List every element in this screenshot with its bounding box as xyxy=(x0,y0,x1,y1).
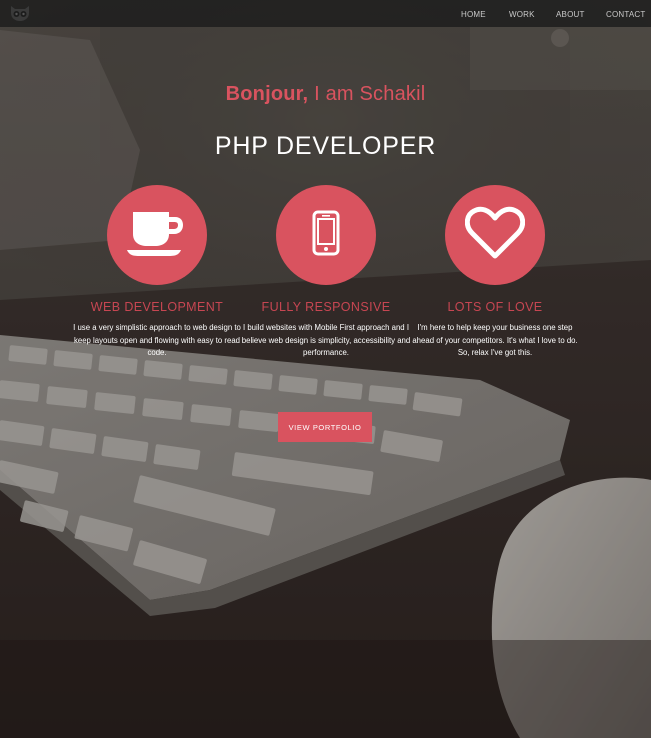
smartphone-icon xyxy=(312,210,340,261)
page: HOME WORK ABOUT CONTACT Bonjour, I am Sc… xyxy=(0,0,651,738)
feature-web-development: WEB DEVELOPMENT I use a very simplistic … xyxy=(67,185,247,360)
nav-contact[interactable]: CONTACT xyxy=(606,10,645,19)
view-portfolio-button[interactable]: VIEW PORTFOLIO xyxy=(278,412,372,442)
feature-description: I build websites with Mobile First appro… xyxy=(241,323,411,358)
top-navbar: HOME WORK ABOUT CONTACT xyxy=(0,0,651,27)
feature-description: I use a very simplistic approach to web … xyxy=(73,323,241,358)
nav-home[interactable]: HOME xyxy=(461,10,486,19)
feature-title: WEB DEVELOPMENT xyxy=(90,300,224,314)
feature-title: LOTS OF LOVE xyxy=(447,300,543,314)
nav-about[interactable]: ABOUT xyxy=(556,10,585,19)
nav-work[interactable]: WORK xyxy=(509,10,535,19)
feature-circle xyxy=(445,185,545,285)
heart-icon xyxy=(464,206,526,265)
greeting-hello: Bonjour, xyxy=(225,83,309,105)
feature-description: I'm here to help keep your business one … xyxy=(412,323,578,358)
feature-circle xyxy=(276,185,376,285)
feature-fully-responsive: FULLY RESPONSIVE I build websites with M… xyxy=(236,185,416,360)
coffee-cup-icon xyxy=(125,208,189,263)
greeting-name: I am Schakil xyxy=(308,83,426,105)
feature-title: FULLY RESPONSIVE xyxy=(261,300,391,314)
feature-lots-of-love: LOTS OF LOVE I'm here to help keep your … xyxy=(405,185,585,360)
hero-greeting: Bonjour, I am Schakil xyxy=(0,83,651,106)
feature-circle xyxy=(107,185,207,285)
hero-title: PHP DEVELOPER xyxy=(214,132,437,160)
hero-section: Bonjour, I am Schakil PHP DEVELOPER WEB … xyxy=(0,0,651,738)
owl-logo-icon[interactable] xyxy=(9,4,31,22)
